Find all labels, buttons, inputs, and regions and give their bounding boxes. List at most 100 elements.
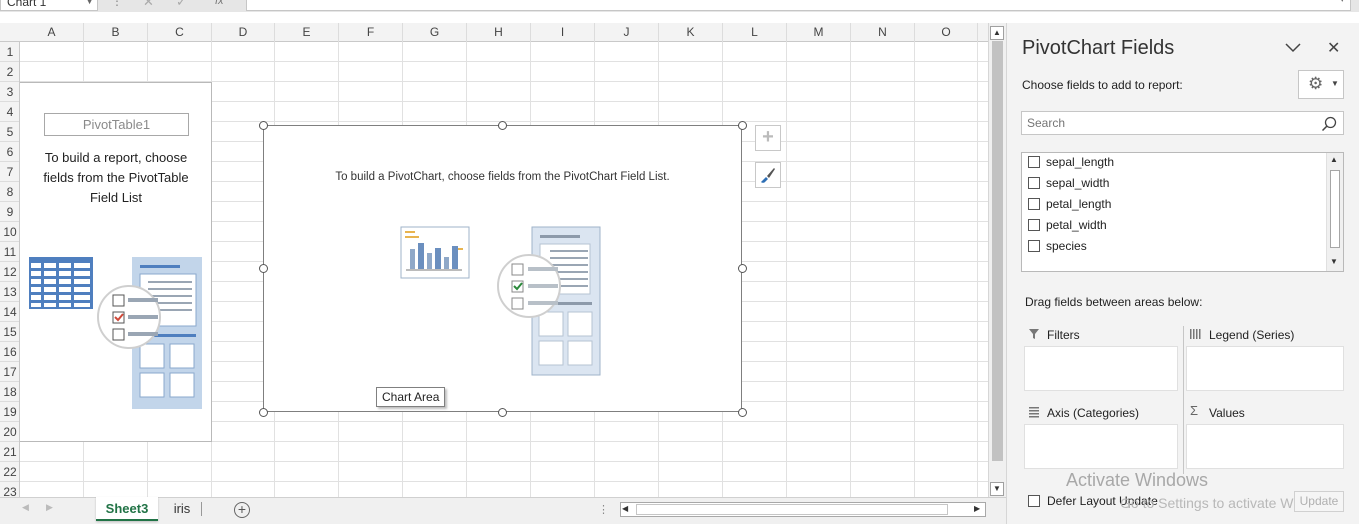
dropdown-arrow-icon: ▼ bbox=[1331, 79, 1339, 88]
row-header[interactable]: 20 bbox=[0, 422, 19, 442]
values-drop-area[interactable] bbox=[1186, 424, 1344, 469]
vertical-scroll-thumb[interactable] bbox=[992, 41, 1003, 461]
row-header[interactable]: 21 bbox=[0, 442, 19, 462]
column-header[interactable]: H bbox=[467, 23, 531, 42]
pivot-table-message: To build a report, choose fields from th… bbox=[43, 150, 189, 205]
tab-scroll-left-icon[interactable]: ◀ bbox=[22, 502, 29, 513]
column-header[interactable]: D bbox=[212, 23, 275, 42]
row-header[interactable]: 17 bbox=[0, 362, 19, 382]
cancel-icon[interactable]: ✕ bbox=[143, 0, 154, 10]
column-header[interactable]: B bbox=[84, 23, 148, 42]
scroll-up-icon[interactable]: ▲ bbox=[1330, 155, 1338, 164]
scroll-down-icon[interactable]: ▼ bbox=[990, 482, 1004, 496]
resize-handle-top-right[interactable] bbox=[738, 121, 747, 130]
column-header[interactable]: F bbox=[339, 23, 403, 42]
row-headers: 1 2 3 4 5 6 7 8 9 10 11 12 13 14 15 16 17 18 19 20 21 22 23 bbox=[0, 42, 20, 497]
tab-splitter-grip-icon[interactable]: ⋮ bbox=[598, 503, 609, 516]
row-header[interactable]: 1 bbox=[0, 42, 19, 62]
chart-elements-button[interactable]: + bbox=[755, 125, 781, 151]
resize-handle-bottom[interactable] bbox=[498, 408, 507, 417]
column-header[interactable]: C bbox=[148, 23, 212, 42]
chevron-down-icon[interactable] bbox=[1284, 38, 1302, 56]
tab-scroll-right-icon[interactable]: ▶ bbox=[46, 502, 53, 513]
row-header[interactable]: 16 bbox=[0, 342, 19, 362]
row-header[interactable]: 3 bbox=[0, 82, 19, 102]
chart-styles-button[interactable] bbox=[755, 162, 781, 188]
row-header[interactable]: 7 bbox=[0, 162, 19, 182]
resize-handle-top[interactable] bbox=[498, 121, 507, 130]
scroll-up-icon[interactable]: ▲ bbox=[990, 26, 1004, 40]
field-checkbox[interactable] bbox=[1028, 177, 1040, 189]
field-checkbox[interactable] bbox=[1028, 219, 1040, 231]
filters-drop-area[interactable] bbox=[1024, 346, 1178, 391]
update-button[interactable]: Update bbox=[1294, 491, 1344, 512]
row-header[interactable]: 13 bbox=[0, 282, 19, 302]
pivot-chart-message: To build a PivotChart, choose fields fro… bbox=[335, 171, 670, 183]
tab-sheet3[interactable]: Sheet3 bbox=[96, 497, 158, 521]
row-header[interactable]: 11 bbox=[0, 242, 19, 262]
chart-area-tooltip: Chart Area bbox=[376, 387, 446, 407]
row-header[interactable]: 2 bbox=[0, 62, 19, 82]
column-header[interactable]: M bbox=[787, 23, 851, 42]
gridline bbox=[914, 42, 915, 497]
column-header[interactable]: J bbox=[595, 23, 659, 42]
row-header[interactable]: 18 bbox=[0, 382, 19, 402]
row-header[interactable]: 6 bbox=[0, 142, 19, 162]
enter-icon[interactable]: ✓ bbox=[176, 0, 187, 10]
row-header[interactable]: 4 bbox=[0, 102, 19, 122]
search-input[interactable] bbox=[1022, 112, 1312, 134]
column-header[interactable]: L bbox=[723, 23, 787, 42]
column-header[interactable]: N bbox=[851, 23, 915, 42]
filters-area-label: Filters bbox=[1047, 328, 1080, 342]
formula-bar-grip-icon[interactable]: ⋮ bbox=[111, 0, 123, 8]
field-list-scrollbar[interactable]: ▲ ▼ bbox=[1326, 153, 1343, 271]
pivot-table-name: PivotTable1 bbox=[44, 113, 189, 136]
search-icon[interactable] bbox=[1321, 116, 1337, 132]
resize-handle-bottom-right[interactable] bbox=[738, 408, 747, 417]
row-header[interactable]: 22 bbox=[0, 462, 19, 482]
field-search-box[interactable] bbox=[1021, 111, 1344, 135]
row-header[interactable]: 8 bbox=[0, 182, 19, 202]
insert-function-button[interactable]: fx bbox=[215, 0, 224, 7]
plus-circle-icon[interactable]: + bbox=[234, 502, 250, 518]
field-checkbox[interactable] bbox=[1028, 156, 1040, 168]
column-header[interactable]: O bbox=[915, 23, 978, 42]
scroll-right-icon[interactable]: ▶ bbox=[974, 504, 980, 513]
scroll-down-icon[interactable]: ▼ bbox=[1330, 257, 1338, 266]
name-box[interactable]: Chart 1 ▼ bbox=[0, 0, 98, 11]
row-header[interactable]: 19 bbox=[0, 402, 19, 422]
row-header[interactable]: 15 bbox=[0, 322, 19, 342]
row-header[interactable]: 10 bbox=[0, 222, 19, 242]
expand-formula-bar-icon[interactable]: ▾ bbox=[1340, 0, 1345, 5]
filter-icon bbox=[1029, 329, 1039, 339]
column-headers: ABCDEFGHIJKLMNO bbox=[0, 23, 988, 42]
resize-handle-bottom-left[interactable] bbox=[259, 408, 268, 417]
row-header[interactable]: 12 bbox=[0, 262, 19, 282]
field-checkbox[interactable] bbox=[1028, 240, 1040, 252]
column-header[interactable]: G bbox=[403, 23, 467, 42]
column-header[interactable]: E bbox=[275, 23, 339, 42]
resize-handle-top-left[interactable] bbox=[259, 121, 268, 130]
resize-handle-right[interactable] bbox=[738, 264, 747, 273]
row-header[interactable]: 14 bbox=[0, 302, 19, 322]
scroll-left-icon[interactable]: ◀ bbox=[622, 504, 628, 513]
resize-handle-left[interactable] bbox=[259, 264, 268, 273]
row-header[interactable]: 9 bbox=[0, 202, 19, 222]
row-header[interactable]: 23 bbox=[0, 482, 19, 497]
column-header[interactable]: K bbox=[659, 23, 723, 42]
field-settings-button[interactable]: ⚙ ▼ bbox=[1298, 70, 1344, 99]
column-header[interactable]: I bbox=[531, 23, 595, 42]
field-checkbox[interactable] bbox=[1028, 198, 1040, 210]
defer-checkbox[interactable] bbox=[1028, 495, 1040, 507]
row-header[interactable]: 5 bbox=[0, 122, 19, 142]
axis-drop-area[interactable] bbox=[1024, 424, 1178, 469]
close-icon[interactable]: ✕ bbox=[1327, 38, 1340, 58]
formula-input[interactable] bbox=[246, 0, 1351, 11]
column-header[interactable]: A bbox=[20, 23, 84, 42]
name-box-dropdown-icon[interactable]: ▼ bbox=[85, 0, 94, 8]
field-list-scroll-thumb[interactable] bbox=[1330, 170, 1340, 248]
legend-drop-area[interactable] bbox=[1186, 346, 1344, 391]
horizontal-scroll-thumb[interactable] bbox=[636, 504, 948, 515]
legend-area-label: Legend (Series) bbox=[1209, 328, 1295, 342]
tab-iris[interactable]: iris bbox=[163, 497, 201, 521]
